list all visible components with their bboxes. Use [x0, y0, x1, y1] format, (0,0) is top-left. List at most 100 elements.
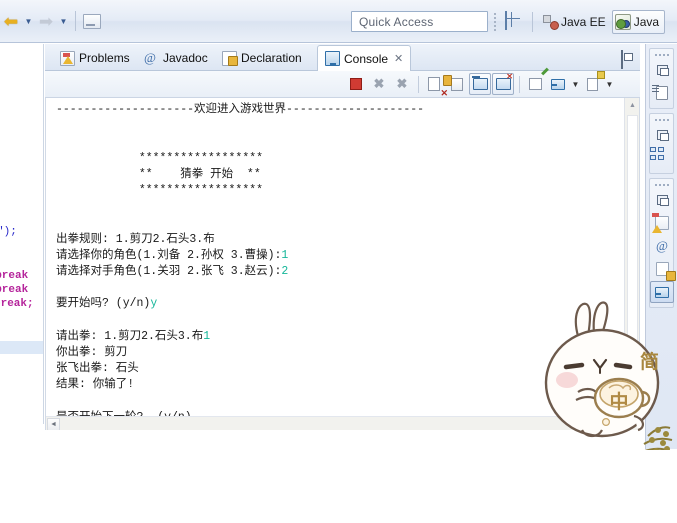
open-perspective-button[interactable]	[505, 10, 526, 33]
tab-problems-label: Problems	[79, 51, 130, 65]
java-ee-perspective-icon	[542, 14, 559, 30]
javadoc-at-icon: @	[144, 49, 156, 65]
declaration-view-icon[interactable]	[650, 258, 674, 280]
perspective-java-label: Java	[633, 15, 660, 29]
fast-view-bar: @	[645, 44, 677, 449]
open-console-icon	[586, 77, 598, 91]
tab-javadoc[interactable]: @ Javadoc	[137, 45, 215, 71]
console-line: 结果: 你输了!	[56, 378, 135, 392]
javadoc-view-icon[interactable]: @	[650, 235, 674, 257]
toggle-mark-occurrences-button[interactable]	[81, 9, 103, 33]
terminate-icon	[350, 78, 362, 90]
restore-view-icon[interactable]	[650, 189, 674, 211]
eclipse-window: ⬅ ▼ ➡ ▼ Quick Access Java EE Java); rea…	[0, 0, 677, 523]
console-user-input: 1	[281, 248, 289, 262]
back-button[interactable]: ⬅	[0, 9, 22, 33]
forward-history-dropdown[interactable]: ▼	[57, 9, 70, 33]
group-grip[interactable]	[650, 116, 673, 123]
clear-console-icon	[428, 77, 440, 91]
code-line: 布");	[0, 226, 17, 238]
fast-view-group-outline	[649, 48, 674, 109]
console-view-icon[interactable]	[650, 281, 674, 303]
group-grip[interactable]	[650, 181, 673, 188]
ime-mode-badge[interactable]: 简	[640, 347, 659, 374]
show-on-error-icon	[495, 78, 511, 90]
view-tab-bar: Problems @ Javadoc Declaration Console ✕	[45, 44, 640, 71]
console-line: 请选择对手角色(1.关羽 2.张飞 3.赵云):2	[56, 265, 289, 279]
group-grip[interactable]	[650, 51, 673, 58]
tab-console[interactable]: Console ✕	[317, 45, 412, 71]
editor-selection-highlight	[0, 341, 43, 354]
toggle-mark-occurrences-icon	[83, 13, 101, 29]
open-console-dropdown[interactable]: ▼	[604, 73, 615, 95]
remove-launch-icon: ✖	[373, 76, 385, 91]
declaration-icon	[222, 50, 238, 66]
console-vertical-scrollbar[interactable]: ▲ ▼	[624, 98, 639, 431]
show-console-on-error-button[interactable]	[492, 73, 514, 95]
console-toolbar-separator	[418, 75, 419, 93]
package-explorer-icon[interactable]	[650, 147, 674, 169]
open-console-button[interactable]	[581, 73, 603, 95]
problems-icon	[60, 50, 75, 66]
close-icon[interactable]: ✕	[394, 52, 403, 65]
fast-view-group-explorer	[649, 113, 674, 174]
show-console-on-output-button[interactable]	[469, 73, 491, 95]
forward-button[interactable]: ➡	[35, 9, 57, 33]
code-line: break;	[0, 298, 34, 310]
clear-console-button[interactable]	[423, 73, 445, 95]
display-console-dropdown[interactable]: ▼	[570, 73, 581, 95]
scroll-up-arrow-icon[interactable]: ▲	[625, 98, 639, 113]
console-line: ******************	[56, 184, 264, 198]
problems-view-icon[interactable]	[650, 212, 674, 234]
console-line: ******************	[56, 151, 264, 165]
tab-problems[interactable]: Problems	[53, 45, 137, 71]
tab-console-label: Console	[344, 51, 389, 66]
console-line: --------------------欢迎进入游戏世界------------…	[56, 103, 425, 116]
console-toolbar: ✖ ✖ ▼ ▼	[45, 71, 640, 98]
forward-arrow-icon: ➡	[38, 11, 54, 31]
restore-view-icon[interactable]	[650, 124, 674, 146]
console-horizontal-scrollbar[interactable]: ◄	[46, 416, 626, 431]
tab-javadoc-label: Javadoc	[163, 51, 208, 65]
remove-all-icon: ✖	[396, 76, 408, 91]
restore-view-icon[interactable]	[650, 59, 674, 81]
console-icon	[325, 51, 340, 66]
console-line: 请出拳: 1.剪刀2.石头3.布1	[56, 329, 211, 343]
navigation-toolbar-group: ⬅ ▼ ➡ ▼	[0, 8, 103, 34]
toolbar-grip[interactable]	[492, 11, 500, 32]
console-user-input: y	[150, 297, 158, 311]
outline-view-icon[interactable]	[650, 82, 674, 104]
perspective-java-ee[interactable]: Java EE	[539, 10, 612, 34]
workbench-filler	[45, 430, 640, 450]
console-toolbar-separator	[519, 75, 520, 93]
display-selected-console-button[interactable]	[547, 73, 569, 95]
perspective-java[interactable]: Java	[611, 10, 666, 34]
main-toolbar: ⬅ ▼ ➡ ▼ Quick Access Java EE Java	[0, 0, 677, 43]
terminate-button[interactable]	[345, 73, 367, 95]
console-line: 张飞出拳: 石头	[56, 362, 139, 376]
open-perspective-icon	[505, 10, 507, 30]
scroll-lock-button[interactable]	[446, 73, 468, 95]
toolbar-separator	[75, 11, 76, 31]
quick-access-field[interactable]: Quick Access	[351, 11, 488, 32]
java-editor-area[interactable]: 布"); 0;break 0;break break;	[0, 44, 44, 424]
console-output-area[interactable]: --------------------欢迎进入游戏世界------------…	[45, 98, 640, 432]
console-text: --------------------欢迎进入游戏世界------------…	[56, 102, 623, 426]
console-line: 出拳规则: 1.剪刀2.石头3.布	[56, 232, 215, 246]
pin-console-button[interactable]	[524, 73, 546, 95]
remove-launch-button[interactable]: ✖	[368, 73, 390, 95]
scrollbar-thumb[interactable]	[627, 115, 638, 375]
perspective-java-ee-label: Java EE	[561, 15, 606, 29]
tab-declaration[interactable]: Declaration	[215, 45, 309, 71]
remove-all-terminated-button[interactable]: ✖	[391, 73, 413, 95]
console-line: ** 猜拳 开始 **	[56, 167, 261, 181]
back-history-dropdown[interactable]: ▼	[22, 9, 35, 33]
minimize-view-icon[interactable]	[621, 50, 633, 69]
